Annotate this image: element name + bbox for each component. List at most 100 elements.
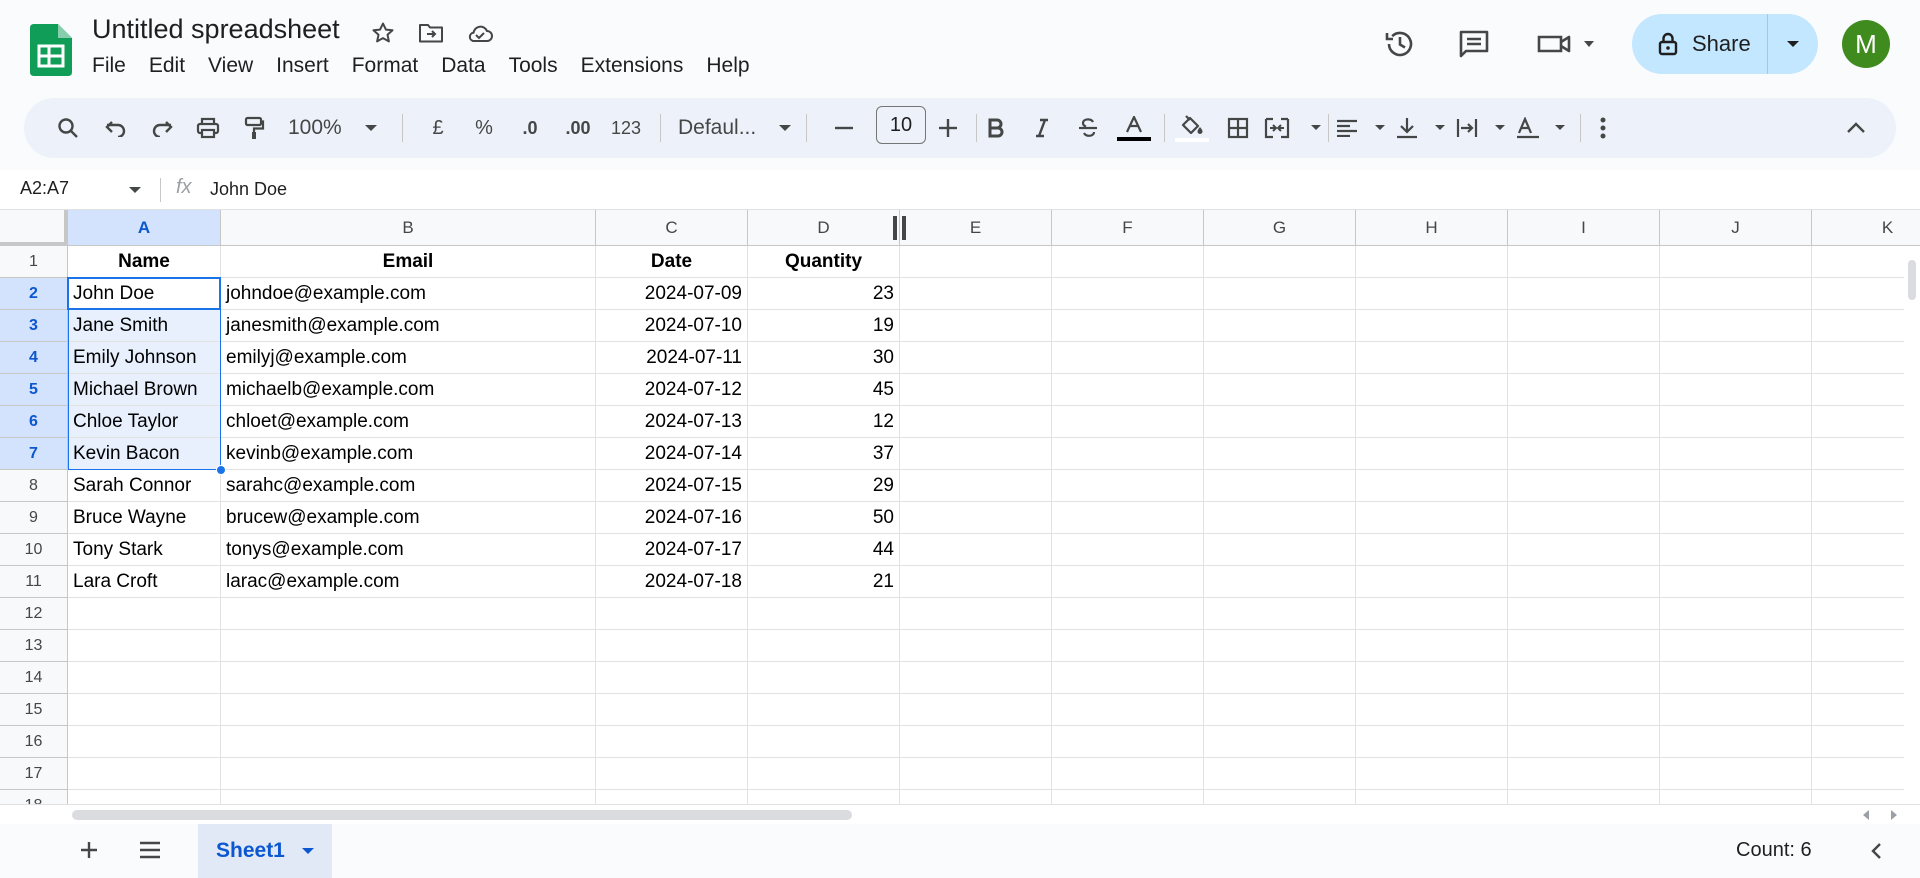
text-color-icon[interactable] [1114,108,1154,148]
data-cell[interactable]: 2024-07-10 [596,310,748,342]
data-cell[interactable]: 23 [748,278,900,310]
empty-cell[interactable] [748,694,900,726]
row-header-3[interactable]: 3 [0,310,68,342]
empty-cell[interactable] [1660,726,1812,758]
empty-cell[interactable] [1660,598,1812,630]
data-cell[interactable]: kevinb@example.com [221,438,596,470]
header-cell[interactable]: Name [68,246,221,278]
empty-cell[interactable] [1660,662,1812,694]
column-header-g[interactable]: G [1204,210,1356,246]
menu-format[interactable]: Format [352,54,430,84]
row-header-13[interactable]: 13 [0,630,68,662]
format-currency-button[interactable]: £ [420,108,456,148]
empty-cell[interactable] [900,342,1052,374]
empty-cell[interactable] [1204,534,1356,566]
data-cell[interactable]: 12 [748,406,900,438]
empty-cell[interactable] [900,726,1052,758]
menu-insert[interactable]: Insert [276,54,340,84]
column-header-e[interactable]: E [900,210,1052,246]
empty-cell[interactable] [1508,406,1660,438]
empty-cell[interactable] [596,630,748,662]
data-cell[interactable]: Chloe Taylor [68,406,221,438]
text-rotation-icon[interactable] [1516,108,1566,148]
empty-cell[interactable] [748,726,900,758]
horizontal-scrollbar[interactable] [0,804,1920,824]
column-header-f[interactable]: F [1052,210,1204,246]
empty-cell[interactable] [1508,502,1660,534]
select-all-corner[interactable] [0,210,68,246]
empty-cell[interactable] [221,662,596,694]
data-cell[interactable]: Bruce Wayne [68,502,221,534]
empty-cell[interactable] [221,726,596,758]
empty-cell[interactable] [1508,758,1660,790]
column-header-d[interactable]: D [748,210,900,246]
data-cell[interactable]: Michael Brown [68,374,221,406]
empty-cell[interactable] [900,502,1052,534]
decrease-decimal-button[interactable]: .0 [510,108,550,148]
empty-cell[interactable] [221,598,596,630]
empty-cell[interactable] [1356,758,1508,790]
comments-icon[interactable] [1454,24,1494,64]
empty-cell[interactable] [68,598,221,630]
data-cell[interactable]: chloet@example.com [221,406,596,438]
empty-cell[interactable] [1660,758,1812,790]
empty-cell[interactable] [1660,470,1812,502]
empty-cell[interactable] [1204,438,1356,470]
empty-cell[interactable] [1508,342,1660,374]
font-family-select[interactable]: Defaul... [670,108,800,148]
empty-cell[interactable] [1052,694,1204,726]
menu-extensions[interactable]: Extensions [581,54,695,84]
empty-cell[interactable] [1052,726,1204,758]
column-header-k[interactable]: K [1812,210,1920,246]
data-cell[interactable]: michaelb@example.com [221,374,596,406]
menu-data[interactable]: Data [441,54,496,84]
empty-cell[interactable] [1356,470,1508,502]
paint-format-icon[interactable] [234,108,274,148]
data-cell[interactable]: 2024-07-09 [596,278,748,310]
empty-cell[interactable] [1660,374,1812,406]
data-cell[interactable]: Lara Croft [68,566,221,598]
move-folder-icon[interactable] [416,18,446,48]
empty-cell[interactable] [1660,566,1812,598]
data-cell[interactable]: 2024-07-16 [596,502,748,534]
empty-cell[interactable] [1204,758,1356,790]
data-cell[interactable]: 45 [748,374,900,406]
empty-cell[interactable] [68,694,221,726]
empty-cell[interactable] [1052,566,1204,598]
row-header-17[interactable]: 17 [0,758,68,790]
row-header-6[interactable]: 6 [0,406,68,438]
name-box-chevron-down-icon[interactable] [128,185,142,195]
data-cell[interactable]: larac@example.com [221,566,596,598]
more-formats-button[interactable]: 123 [604,108,648,148]
empty-cell[interactable] [1660,534,1812,566]
document-title[interactable]: Untitled spreadsheet [92,14,340,45]
empty-cell[interactable] [1356,406,1508,438]
column-resize-handle[interactable] [893,216,897,240]
add-sheet-icon[interactable] [78,839,100,866]
menu-help[interactable]: Help [706,54,760,84]
bold-icon[interactable] [976,108,1016,148]
data-cell[interactable]: 30 [748,342,900,374]
column-header-b[interactable]: B [221,210,596,246]
empty-cell[interactable] [1204,694,1356,726]
fill-color-icon[interactable] [1172,108,1212,148]
empty-cell[interactable] [1052,662,1204,694]
undo-icon[interactable] [96,108,136,148]
empty-cell[interactable] [1204,502,1356,534]
menu-tools[interactable]: Tools [509,54,569,84]
empty-cell[interactable] [1204,310,1356,342]
data-cell[interactable]: brucew@example.com [221,502,596,534]
row-header-9[interactable]: 9 [0,502,68,534]
empty-cell[interactable] [1052,438,1204,470]
scroll-right-icon[interactable] [1890,810,1898,820]
empty-cell[interactable] [1052,310,1204,342]
empty-cell[interactable] [1204,406,1356,438]
empty-cell[interactable] [1660,630,1812,662]
data-cell[interactable]: Emily Johnson [68,342,221,374]
formula-input[interactable]: John Doe [210,179,287,200]
print-icon[interactable] [188,108,228,148]
empty-cell[interactable] [1660,502,1812,534]
empty-cell[interactable] [1660,310,1812,342]
empty-cell[interactable] [1508,630,1660,662]
empty-cell[interactable] [1356,374,1508,406]
